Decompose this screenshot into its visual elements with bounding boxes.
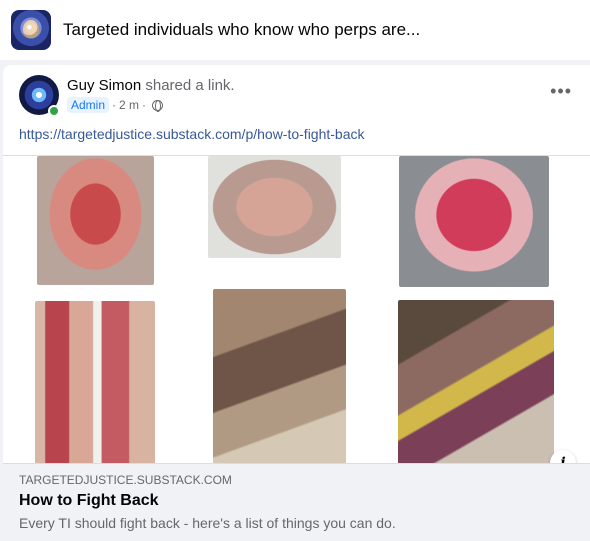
link-preview-image[interactable]: i xyxy=(3,155,590,476)
post-link[interactable]: https://targetedjustice.substack.com/p/h… xyxy=(19,126,365,142)
post-header: Guy Simon shared a link. Admin · 2 m · •… xyxy=(3,65,590,121)
admin-badge[interactable]: Admin xyxy=(67,97,110,113)
preview-photo xyxy=(208,156,341,258)
post-card: Guy Simon shared a link. Admin · 2 m · •… xyxy=(3,65,590,541)
more-options-button[interactable]: ••• xyxy=(550,81,572,102)
preview-photo xyxy=(35,301,155,464)
preview-photo xyxy=(399,156,549,287)
preview-photo xyxy=(213,289,346,464)
post-meta: Admin · 2 m · xyxy=(67,97,164,113)
post-action-text: shared a link. xyxy=(141,77,235,94)
link-preview-footer[interactable]: TARGETEDJUSTICE.SUBSTACK.COM How to Figh… xyxy=(3,463,590,541)
link-preview-domain: TARGETEDJUSTICE.SUBSTACK.COM xyxy=(19,473,232,487)
author-name[interactable]: Guy Simon xyxy=(67,77,141,94)
preview-photo xyxy=(37,156,154,285)
post-timestamp[interactable]: 2 m xyxy=(119,98,139,112)
meta-separator: · xyxy=(112,98,117,112)
link-preview-title[interactable]: How to Fight Back xyxy=(19,492,159,510)
globe-icon xyxy=(152,99,164,112)
author-line: Guy Simon shared a link. xyxy=(67,77,235,94)
group-title[interactable]: Targeted individuals who know who perps … xyxy=(63,20,420,40)
online-status-indicator xyxy=(48,105,60,117)
group-avatar[interactable] xyxy=(11,10,51,50)
link-preview[interactable]: i TARGETEDJUSTICE.SUBSTACK.COM How to Fi… xyxy=(3,155,590,541)
preview-photo xyxy=(398,300,554,464)
group-header: Targeted individuals who know who perps … xyxy=(0,0,590,60)
meta-separator: · xyxy=(142,98,147,112)
link-preview-description: Every TI should fight back - here's a li… xyxy=(19,515,396,531)
